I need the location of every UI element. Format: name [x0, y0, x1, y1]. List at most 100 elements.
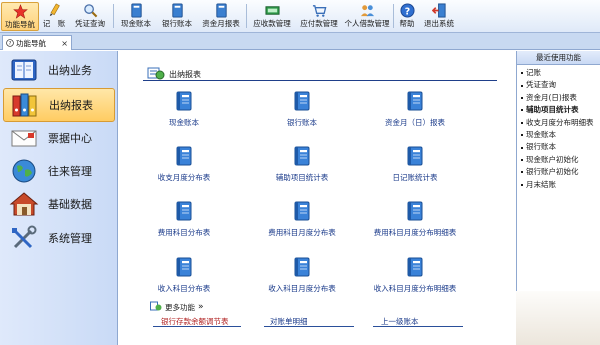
toolbar-voucher-query-button[interactable]: 凭证查询: [70, 2, 110, 31]
recent-function-item[interactable]: 辅助项目统计表: [521, 104, 600, 116]
sidebar-item-label: 系统管理: [48, 232, 92, 245]
receivable-icon: [264, 2, 280, 18]
toolbar-label: 现金账本: [121, 19, 151, 28]
binders-icon: [9, 91, 41, 119]
recent-function-item[interactable]: 月末结账: [521, 179, 600, 191]
toolbar-payable-button[interactable]: 应付款管理: [296, 2, 342, 31]
book-icon: [8, 56, 40, 84]
section-divider: [143, 80, 497, 81]
sidebar-item-system-management[interactable]: 系统管理: [3, 221, 115, 255]
toolbar-monthly-report-button[interactable]: 资金月报表: [198, 2, 244, 31]
ledger-book-icon: [175, 146, 193, 168]
recent-functions-title: 最近使用功能: [517, 51, 600, 65]
recent-function-label: 凭证查询: [526, 80, 556, 90]
more-functions-label: 更多功能: [165, 302, 195, 312]
bullet-icon: [521, 97, 523, 100]
recent-function-item[interactable]: 凭证查询: [521, 79, 600, 91]
bullet-icon: [521, 159, 523, 162]
toolbar-personal-loan-button[interactable]: 个人借款管理: [343, 2, 391, 31]
report-globe-icon: [150, 301, 162, 313]
recent-function-item[interactable]: 银行账本: [521, 141, 600, 153]
recent-function-label: 现金账本: [526, 130, 556, 140]
toolbar-label: 资金月报表: [202, 19, 240, 28]
sidebar-item-base-data[interactable]: 基础数据: [3, 187, 115, 221]
recent-function-item[interactable]: 现金账本: [521, 129, 600, 141]
report-item[interactable]: 银行账本: [247, 91, 357, 128]
report-item[interactable]: 现金账本: [129, 91, 239, 128]
report-icon: [213, 2, 229, 18]
recent-function-item[interactable]: 记账: [521, 67, 600, 79]
ledger-book-icon: [293, 146, 311, 168]
star-icon: [12, 3, 28, 19]
report-item[interactable]: 费用科目月度分布表: [247, 201, 357, 238]
pencil-icon: [46, 2, 62, 18]
toolbar-label: 记 账: [42, 19, 66, 28]
svg-text:?: ?: [9, 41, 12, 47]
ledger-book-icon: [293, 257, 311, 279]
more-functions: 更多功能 »: [150, 301, 204, 313]
quick-link-underline: [373, 326, 463, 327]
bullet-icon: [521, 109, 523, 112]
recent-function-label: 月末结账: [526, 179, 556, 189]
close-icon[interactable]: ×: [61, 39, 68, 48]
toolbar-cash-book-button[interactable]: 现金账本: [116, 2, 156, 31]
magnifier-icon: [82, 2, 98, 18]
envelope-icon: [8, 124, 40, 152]
sidebar-item-label: 基础数据: [48, 198, 92, 211]
report-item[interactable]: 收支月度分布表: [129, 146, 239, 183]
toolbar-bank-book-button[interactable]: 银行账本: [157, 2, 197, 31]
report-item-label: 收入科目分布表: [157, 284, 211, 293]
report-item[interactable]: 资金月（日）报表: [360, 91, 470, 128]
report-item-label: 资金月（日）报表: [385, 118, 445, 127]
sidebar-item-dealings[interactable]: 往来管理: [3, 154, 115, 188]
bullet-icon: [521, 121, 523, 124]
toolbar-help-button[interactable]: ? 帮助: [396, 2, 418, 31]
toolbar-separator: [246, 4, 247, 28]
ledger-book-icon: [406, 201, 424, 223]
recent-function-item[interactable]: 资金月(日)报表: [521, 92, 600, 104]
report-item[interactable]: 日记账统计表: [360, 146, 470, 183]
recent-function-item[interactable]: 银行账户初始化: [521, 166, 600, 178]
sidebar-item-cashier-reports[interactable]: 出纳报表: [3, 88, 115, 122]
sidebar-item-cashier-business[interactable]: 出纳业务: [3, 53, 115, 87]
bullet-icon: [521, 171, 523, 174]
report-item[interactable]: 收入科目月度分布明细表: [360, 257, 470, 294]
sidebar-item-label: 出纳报表: [49, 99, 93, 112]
recent-function-label: 现金账户初始化: [526, 154, 579, 164]
bullet-icon: [521, 84, 523, 87]
toolbar-label: 应收款管理: [253, 19, 291, 28]
report-item[interactable]: 辅助项目统计表: [247, 146, 357, 183]
report-item-label: 费用科目分布表: [157, 228, 211, 237]
sidebar-item-label: 往来管理: [48, 165, 92, 178]
report-item[interactable]: 收入科目分布表: [129, 257, 239, 294]
toolbar-label: 应付款管理: [300, 19, 338, 28]
toolbar-exit-button[interactable]: 退出系统: [419, 2, 459, 31]
toolbar-record-button[interactable]: 记 账: [42, 2, 66, 31]
ledger-book-icon: [293, 201, 311, 223]
recent-functions-panel: 最近使用功能 记账凭证查询资金月(日)报表 辅助项目统计表 收支月度分布明细表 现金账…: [516, 51, 600, 291]
toolbar-nav-button[interactable]: 功能导航: [1, 2, 39, 31]
toolbar-receivable-button[interactable]: 应收款管理: [249, 2, 295, 31]
report-item-label: 费用科目月度分布明细表: [373, 228, 457, 237]
help-icon: ?: [6, 39, 14, 47]
double-chevron-icon[interactable]: »: [198, 302, 204, 312]
report-item[interactable]: 收入科目月度分布表: [247, 257, 357, 294]
sidebar: 出纳业务 出纳报表 票据中心 往来管理 基础数据 系统管理: [0, 51, 118, 345]
toolbar-separator: [113, 4, 114, 28]
tab-function-nav[interactable]: ? 功能导航 ×: [2, 35, 72, 50]
report-item[interactable]: 费用科目分布表: [129, 201, 239, 238]
report-item-label: 辅助项目统计表: [275, 173, 329, 182]
people-icon: [359, 2, 375, 18]
recent-function-label: 收支月度分布明细表: [526, 117, 594, 127]
tab-label: 功能导航: [16, 38, 46, 48]
toolbar-label: 帮助: [399, 19, 415, 28]
recent-function-item[interactable]: 现金账户初始化: [521, 154, 600, 166]
svg-text:?: ?: [404, 6, 409, 17]
quick-link-underline: [264, 326, 354, 327]
bullet-icon: [521, 134, 523, 137]
recent-function-item[interactable]: 收支月度分布明细表: [521, 117, 600, 129]
ledger-book-icon: [175, 201, 193, 223]
recent-function-label: 记账: [526, 68, 541, 77]
report-item[interactable]: 费用科目月度分布明细表: [360, 201, 470, 238]
sidebar-item-bills-center[interactable]: 票据中心: [3, 121, 115, 155]
